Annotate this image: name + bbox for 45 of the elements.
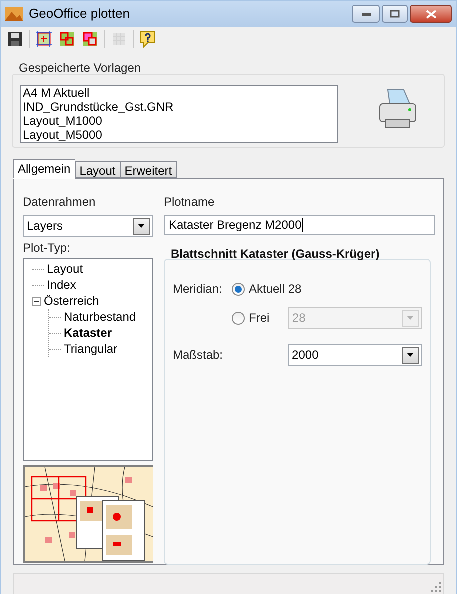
field-label: Meridian: (173, 281, 224, 298)
tab[interactable]: Layout (74, 161, 120, 178)
minimize-button[interactable] (352, 5, 380, 23)
field-label: Datenrahmen (23, 195, 97, 209)
maximize-button[interactable] (382, 5, 408, 23)
radio-label: Aktuell 28 (249, 281, 302, 298)
group-title: Blattschnitt Kataster (Gauss-Krüger) (170, 247, 381, 261)
list-item[interactable]: Layout_M5000 (23, 128, 335, 142)
field-label: Maßstab: (173, 347, 224, 364)
frame-icon (35, 30, 53, 48)
tree-item[interactable]: Kataster (64, 326, 112, 340)
close-icon (426, 10, 436, 18)
tab[interactable]: Allgemein (13, 159, 75, 179)
resize-grip-icon[interactable] (431, 582, 441, 592)
plotname-field[interactable]: Kataster Bregenz M2000 (164, 215, 435, 235)
plot-type-tree[interactable]: Layout Index Österreich Naturbestand Kataster Triangular (23, 258, 153, 461)
grid-add-icon (58, 30, 76, 48)
massstab-dropdown[interactable]: 2000 (288, 344, 422, 366)
tree-item[interactable]: Naturbestand (64, 310, 136, 324)
help-icon (139, 30, 157, 48)
maximize-icon (390, 10, 400, 18)
tree-item[interactable]: Triangular (64, 342, 118, 356)
group-label: Gespeicherte Vorlagen (18, 61, 142, 75)
radio-button[interactable] (232, 312, 245, 324)
collapse-icon[interactable] (32, 296, 41, 306)
window-title: GeoOffice plotten (29, 5, 131, 24)
field-label: Plotname (164, 195, 216, 209)
tab[interactable]: Erweitert (120, 161, 178, 178)
templates-list[interactable]: A4 M Aktuell IND_Grundstücke_Gst.GNR Layout_M1000 Layout_M5000 (20, 85, 338, 143)
close-button[interactable] (410, 5, 452, 23)
datenrahmen-dropdown[interactable]: Layers (23, 215, 153, 237)
radio-button[interactable] (232, 282, 245, 296)
list-item[interactable]: Layout_M1000 (23, 114, 335, 128)
minimize-icon (362, 12, 370, 16)
list-item[interactable]: IND_Grundstücke_Gst.GNR (23, 100, 335, 114)
field-label: Plot-Typ: (23, 241, 72, 255)
frame-button[interactable] (33, 28, 55, 50)
tree-item[interactable]: Österreich (44, 294, 100, 308)
app-icon (5, 7, 23, 21)
tree-item[interactable]: Layout (47, 262, 84, 276)
tree-item[interactable]: Index (47, 278, 76, 292)
grid-icon (110, 30, 128, 48)
list-item[interactable]: A4 M Aktuell (23, 86, 335, 100)
grid-remove-icon (81, 30, 99, 48)
radio-label: Frei (249, 310, 270, 327)
